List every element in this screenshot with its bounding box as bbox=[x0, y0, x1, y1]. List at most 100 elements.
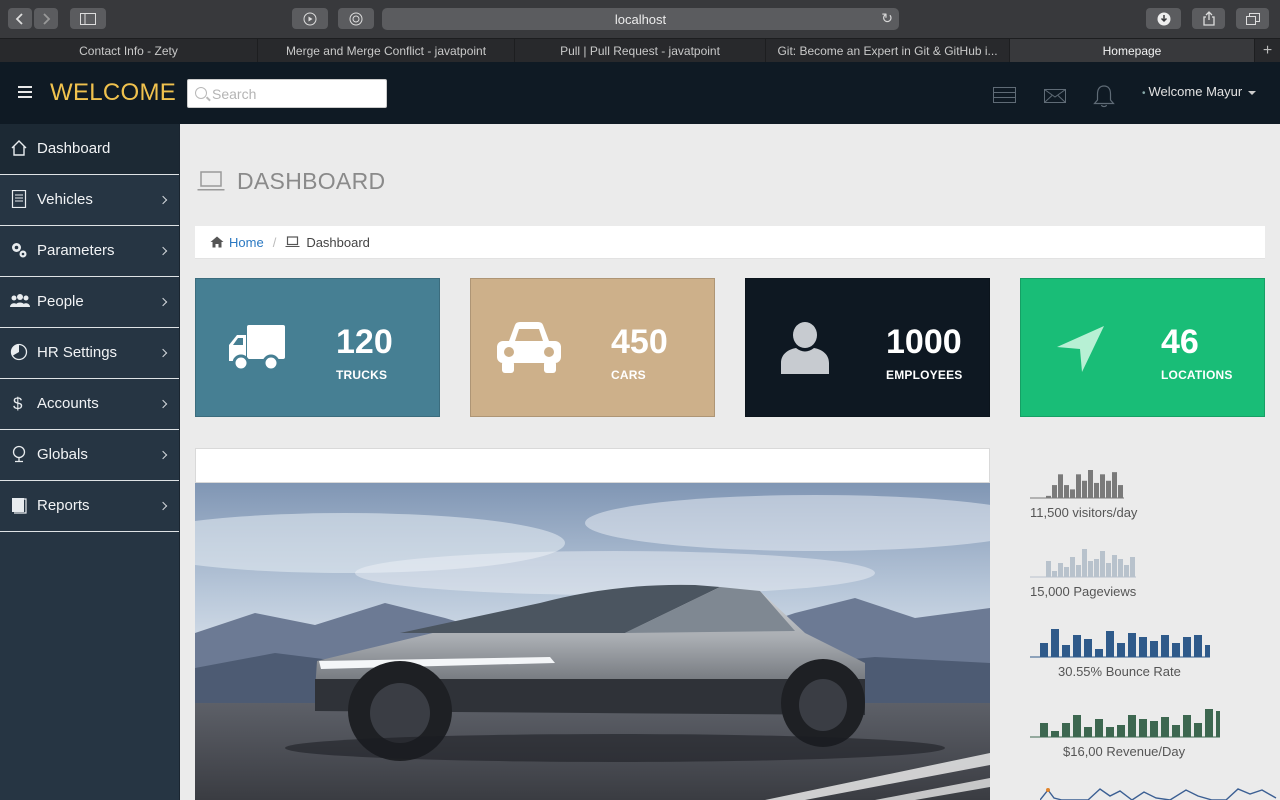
hero-image bbox=[195, 483, 990, 800]
stat-card-locations[interactable]: 46 LOCATIONS bbox=[1020, 278, 1265, 417]
sidebar-toggle-button[interactable] bbox=[70, 8, 106, 29]
tab-label: Contact Info - Zety bbox=[79, 44, 178, 58]
browser-tab[interactable]: Merge and Merge Conflict - javatpoint bbox=[258, 39, 515, 63]
reload-icon[interactable]: ↻ bbox=[881, 10, 893, 27]
share-button[interactable] bbox=[1192, 8, 1225, 29]
stat-card-trucks[interactable]: 120 TRUCKS bbox=[195, 278, 440, 417]
sidebar-item-hr-settings[interactable]: HR Settings bbox=[0, 328, 179, 379]
sidebar-item-dashboard[interactable]: Dashboard bbox=[0, 124, 179, 175]
sidebar-item-label: Accounts bbox=[37, 395, 99, 412]
panel-header bbox=[195, 448, 990, 483]
breadcrumb: Home / Dashboard bbox=[195, 226, 1265, 259]
sidebar-item-vehicles[interactable]: Vehicles bbox=[0, 175, 179, 226]
search-input[interactable] bbox=[212, 84, 382, 104]
sparkline-bar bbox=[1150, 721, 1158, 737]
sparkline-bar bbox=[1100, 474, 1105, 498]
url-text: localhost bbox=[614, 11, 667, 27]
tabs-overview-button[interactable] bbox=[1236, 8, 1269, 29]
sparkline-chart bbox=[1030, 709, 1227, 738]
search-icon bbox=[195, 87, 207, 99]
sparkline-bar bbox=[1216, 711, 1224, 737]
gears-icon bbox=[12, 243, 27, 258]
stat-card-employees[interactable]: 1000 EMPLOYEES bbox=[745, 278, 990, 417]
sidebar-item-globals[interactable]: Globals bbox=[0, 430, 179, 481]
address-bar[interactable]: localhost ↻ bbox=[382, 8, 899, 30]
sidebar-item-people[interactable]: People bbox=[0, 277, 179, 328]
sidebar: Dashboard Vehicles Parameters People HR … bbox=[0, 124, 180, 800]
downloads-button[interactable] bbox=[1146, 8, 1181, 29]
sparkline-chart bbox=[1030, 629, 1227, 658]
sparkline-label: 15,000 Pageviews bbox=[1030, 584, 1137, 599]
sparkline-bar bbox=[1161, 717, 1169, 737]
sparkline-revenue: $16,00 Revenue/Day bbox=[1030, 705, 1227, 759]
sparkline-bar bbox=[1070, 489, 1075, 498]
sparkline-bar bbox=[1194, 723, 1202, 737]
sparkline-bar bbox=[1106, 563, 1111, 577]
search-box bbox=[187, 79, 387, 108]
sparkline-bar bbox=[1172, 725, 1180, 737]
browser-tab[interactable]: Contact Info - Zety bbox=[0, 39, 258, 63]
chevron-right-icon bbox=[158, 348, 168, 358]
sparkline-bar bbox=[1118, 485, 1123, 498]
bell-icon[interactable] bbox=[1093, 84, 1115, 108]
sidebar-item-label: People bbox=[37, 293, 84, 310]
page-title-text: DASHBOARD bbox=[237, 168, 386, 194]
sparkline-chart bbox=[1030, 549, 1136, 578]
sparkline-bar bbox=[1150, 641, 1158, 657]
list-icon[interactable] bbox=[993, 87, 1016, 103]
sparkline-bar bbox=[1183, 715, 1191, 737]
sparkline-bar bbox=[1070, 557, 1075, 577]
sparkline-bar bbox=[1205, 709, 1213, 737]
cybertruck-image bbox=[195, 483, 990, 800]
breadcrumb-home-link[interactable]: Home bbox=[229, 235, 264, 250]
sparkline-bar bbox=[1117, 725, 1125, 737]
stat-label: TRUCKS bbox=[336, 368, 388, 382]
document-icon bbox=[11, 190, 27, 208]
tab-label: Pull | Pull Request - javatpoint bbox=[560, 44, 720, 58]
tab-label: Merge and Merge Conflict - javatpoint bbox=[285, 44, 487, 58]
stat-value: 120 bbox=[336, 323, 393, 361]
back-button[interactable] bbox=[8, 8, 32, 29]
extension-button[interactable] bbox=[338, 8, 374, 29]
sparkline-bar bbox=[1106, 631, 1114, 657]
sparkline-bar bbox=[1094, 559, 1099, 577]
extension-icon bbox=[349, 12, 363, 25]
browser-tab[interactable]: Git: Become an Expert in Git & GitHub i.… bbox=[766, 39, 1010, 63]
dollar-icon: $ bbox=[13, 394, 23, 412]
sidebar-item-label: Vehicles bbox=[37, 191, 93, 208]
play-icon bbox=[303, 12, 317, 25]
browser-tab-active[interactable]: Homepage bbox=[1010, 39, 1255, 63]
hamburger-menu-icon[interactable] bbox=[18, 86, 32, 101]
chevron-right-icon bbox=[158, 450, 168, 460]
browser-tab[interactable]: Pull | Pull Request - javatpoint bbox=[515, 39, 766, 63]
stat-value: 46 bbox=[1161, 323, 1199, 361]
location-arrow-icon bbox=[1057, 326, 1104, 372]
sparkline-bar bbox=[1205, 645, 1213, 657]
chevron-right-icon bbox=[43, 12, 51, 25]
sparkline-bar bbox=[1046, 561, 1051, 577]
sparkline-bar bbox=[1084, 639, 1092, 657]
forward-button[interactable] bbox=[34, 8, 58, 29]
sparkline-bar bbox=[1128, 715, 1136, 737]
tab-strip: Contact Info - Zety Merge and Merge Conf… bbox=[0, 38, 1280, 63]
user-menu[interactable]: • Welcome Mayur bbox=[1142, 84, 1257, 99]
sparkline-bar bbox=[1062, 723, 1070, 737]
chevron-right-icon bbox=[158, 297, 168, 307]
sparkline-bar bbox=[1130, 557, 1135, 577]
media-button[interactable] bbox=[292, 8, 328, 29]
sidebar-item-reports[interactable]: Reports bbox=[0, 481, 179, 532]
mail-icon[interactable] bbox=[1044, 89, 1066, 103]
stat-label: EMPLOYEES bbox=[886, 368, 963, 382]
laptop-icon bbox=[285, 236, 300, 247]
sparkline-bar bbox=[1112, 472, 1117, 498]
new-tab-button[interactable]: + bbox=[1255, 39, 1280, 62]
sparkline-bar bbox=[1082, 480, 1087, 498]
sparkline-bar bbox=[1172, 643, 1180, 657]
sparkline-bar bbox=[1088, 470, 1093, 498]
sidebar-item-parameters[interactable]: Parameters bbox=[0, 226, 179, 277]
stat-card-cars[interactable]: 450 CARS bbox=[470, 278, 715, 417]
sparkline-bar bbox=[1100, 551, 1105, 577]
sidebar-item-accounts[interactable]: $ Accounts bbox=[0, 379, 179, 430]
sparkline-bar bbox=[1052, 485, 1057, 498]
share-icon bbox=[1202, 11, 1215, 26]
